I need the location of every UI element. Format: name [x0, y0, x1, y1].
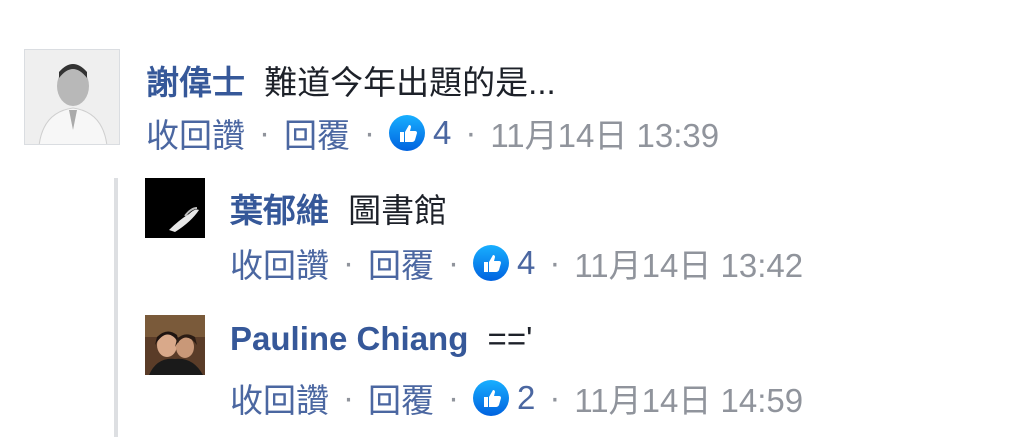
separator: ·	[549, 379, 561, 416]
author-name[interactable]: Pauline Chiang	[230, 320, 468, 357]
comment-actions: 收回讚 · 回覆 · 2 · 11月14日 14:59	[230, 378, 803, 419]
comment-text: =='	[487, 320, 533, 357]
reply-link[interactable]: 回覆	[368, 239, 434, 287]
separator: ·	[343, 379, 354, 416]
separator: ·	[448, 379, 459, 416]
avatar-photo	[25, 50, 119, 144]
unlike-link[interactable]: 收回讚	[230, 239, 329, 287]
like-icon[interactable]	[389, 115, 425, 151]
like-count[interactable]: 4	[517, 244, 535, 282]
avatar[interactable]	[145, 178, 205, 238]
separator: ·	[549, 244, 561, 281]
avatar[interactable]	[24, 49, 120, 145]
unlike-link[interactable]: 收回讚	[230, 374, 329, 422]
author-name[interactable]: 葉郁維	[230, 192, 329, 229]
separator: ·	[448, 244, 459, 281]
like-count[interactable]: 2	[517, 379, 535, 417]
reply-thread-line	[114, 178, 118, 437]
separator: ·	[465, 114, 477, 151]
separator: ·	[364, 114, 375, 151]
timestamp[interactable]: 11月14日 13:42	[574, 239, 803, 287]
like-icon[interactable]	[473, 245, 509, 281]
comment-header: 謝偉士 難道今年出題的是...	[146, 56, 556, 104]
reply-link[interactable]: 回覆	[284, 109, 350, 157]
reply-link[interactable]: 回覆	[368, 374, 434, 422]
unlike-link[interactable]: 收回讚	[146, 109, 245, 157]
separator: ·	[343, 244, 354, 281]
like-icon[interactable]	[473, 380, 509, 416]
avatar-photo	[145, 315, 205, 375]
like-count[interactable]: 4	[433, 114, 451, 152]
avatar[interactable]	[145, 315, 205, 375]
comment-actions: 收回讚 · 回覆 · 4 · 11月14日 13:42	[230, 243, 803, 284]
timestamp[interactable]: 11月14日 14:59	[574, 374, 803, 422]
avatar-photo	[145, 178, 205, 238]
comment-header: 葉郁維 圖書館	[230, 184, 447, 232]
comment-text: 難道今年出題的是...	[264, 64, 556, 101]
author-name[interactable]: 謝偉士	[146, 64, 245, 101]
comment-text: 圖書館	[348, 192, 448, 229]
separator: ·	[259, 114, 270, 151]
comment-actions: 收回讚 · 回覆 · 4 · 11月14日 13:39	[146, 113, 719, 154]
comment-header: Pauline Chiang =='	[230, 320, 532, 358]
timestamp[interactable]: 11月14日 13:39	[490, 109, 719, 157]
